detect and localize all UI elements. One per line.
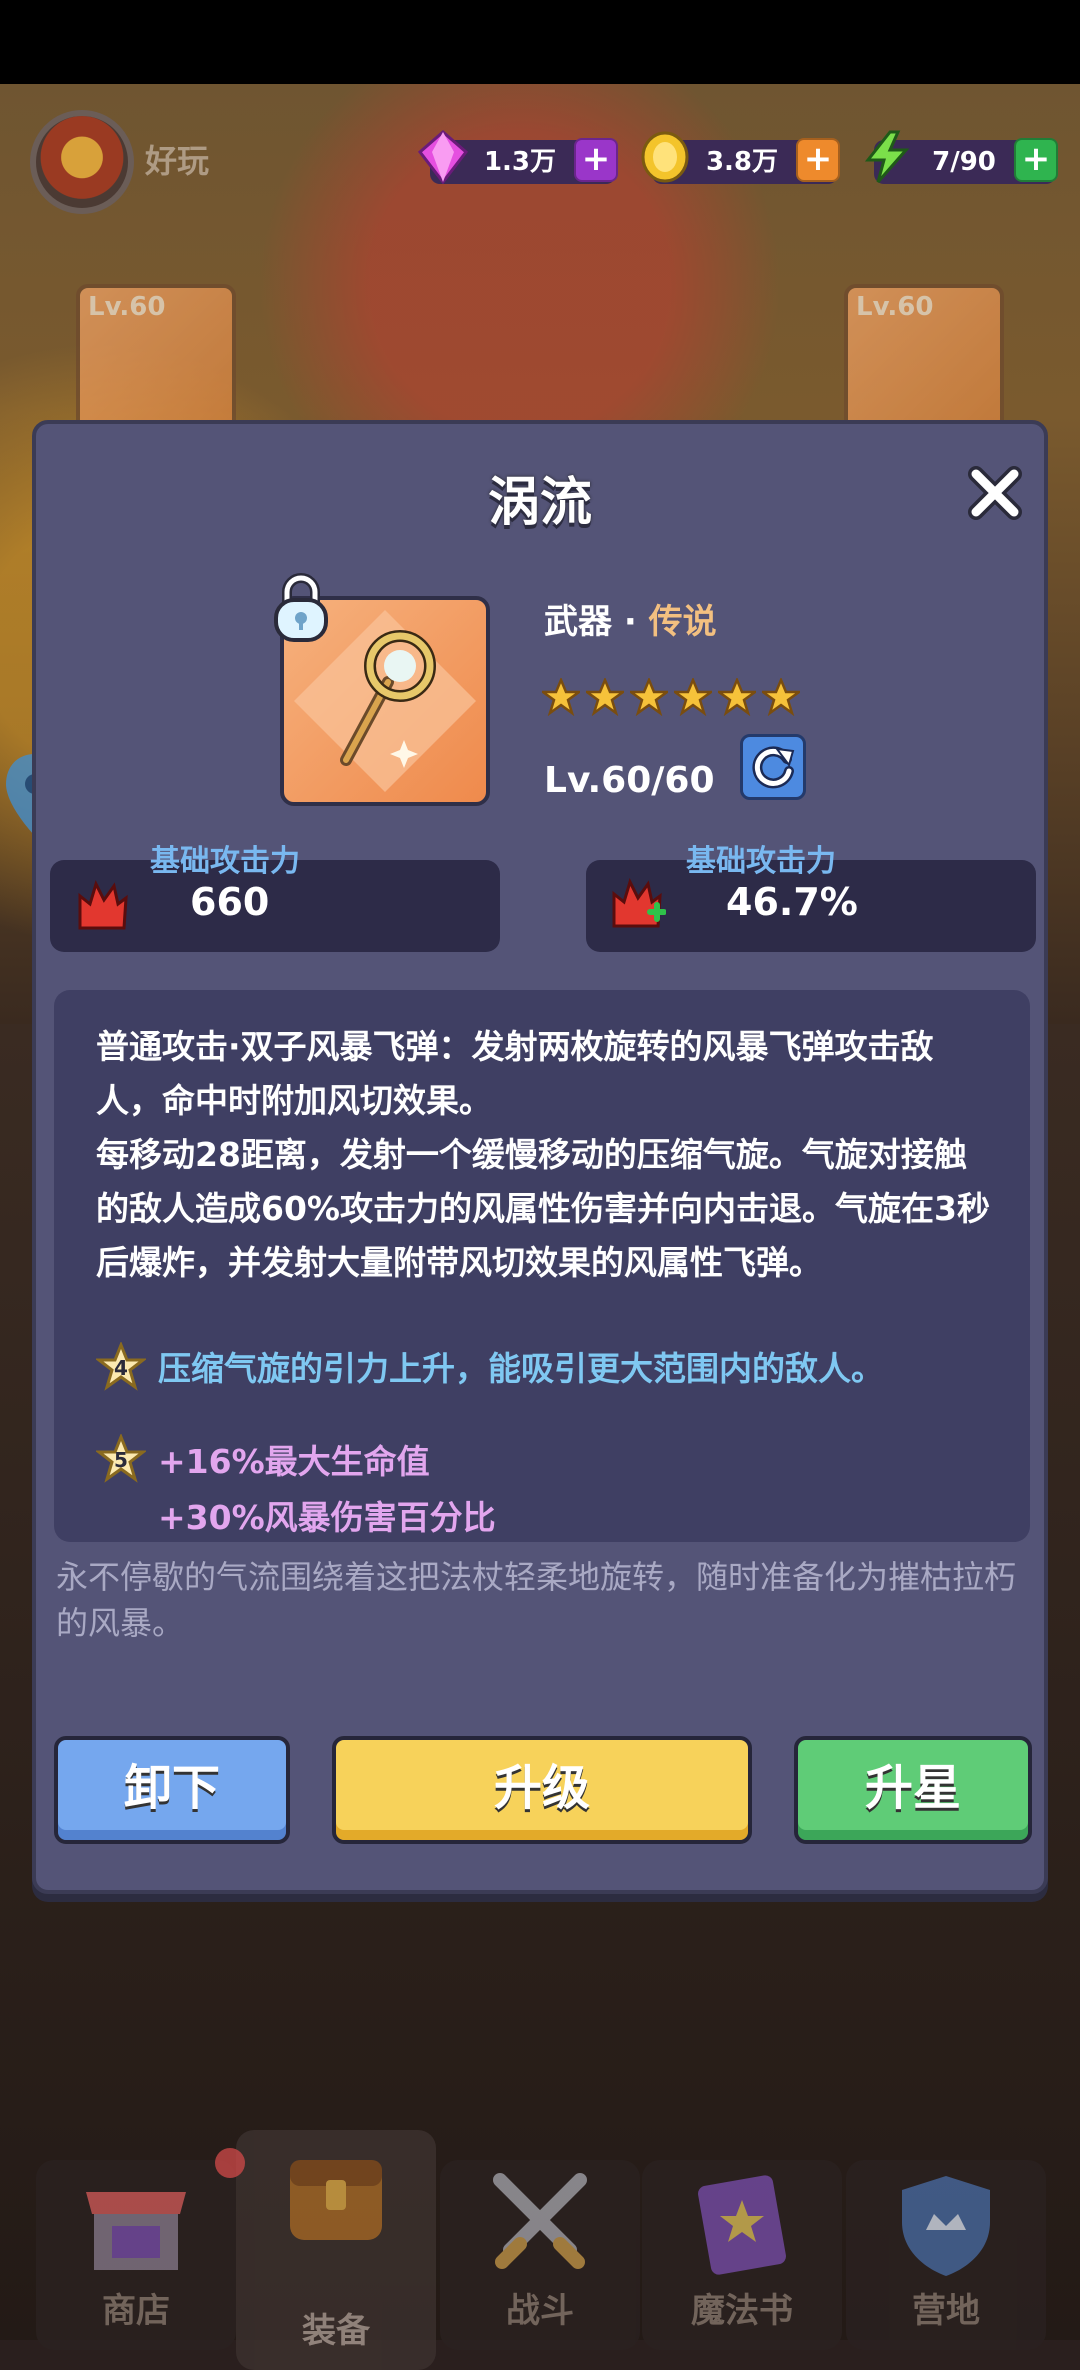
- nav-label: 装备: [302, 2311, 370, 2351]
- gem-add-button[interactable]: +: [574, 138, 618, 182]
- nav-label: 商店: [102, 2291, 170, 2331]
- star-4-text: 压缩气旋的引力上升，能吸引更大范围内的敌人。: [158, 1349, 884, 1388]
- star-badge-number: 5: [114, 1448, 128, 1472]
- stat-value: 660: [190, 880, 270, 924]
- star-icon: [718, 678, 756, 716]
- flavor-text: 永不停歇的气流围绕着这把法杖轻柔地旋转，随时准备化为摧枯拉朽的风暴。: [56, 1558, 1017, 1642]
- gem-resource: 1.3万 +: [417, 130, 618, 184]
- stat-value: 46.7%: [726, 880, 858, 924]
- skill-description: 普通攻击·双子风暴飞弹：发射两枚旋转的风暴飞弹攻击敌人，命中时附加风切效果。 每…: [96, 1020, 996, 1290]
- star-icon: [630, 678, 668, 716]
- avatar[interactable]: [30, 110, 134, 214]
- base-attack-panel: 基础攻击力 660: [50, 844, 500, 952]
- star-badge-icon: 5: [96, 1434, 146, 1483]
- chest-icon: [290, 2160, 382, 2240]
- nav-label: 战斗: [506, 2291, 574, 2331]
- nav-item-equipment[interactable]: 装备: [236, 2130, 436, 2370]
- star-rating: [542, 678, 800, 722]
- item-level: Lv.60/60: [544, 760, 715, 801]
- star-badge-number: 4: [114, 1356, 128, 1380]
- star-up-button[interactable]: 升星: [794, 1736, 1032, 1844]
- gem-count: 1.3万: [483, 147, 557, 177]
- crossed-swords-icon: [493, 2173, 587, 2269]
- equipment-slot-left[interactable]: Lv.60: [76, 284, 236, 434]
- refresh-icon: [752, 746, 795, 789]
- star-badge-icon: 4: [96, 1342, 146, 1391]
- attack-bonus-panel: 基础攻击力 46.7%: [586, 844, 1036, 952]
- star-icon: [542, 678, 580, 716]
- item-detail-modal: 涡流 武器 · 传说 Lv.60/60 基础攻击力 660 基础攻击力 46.7…: [32, 420, 1048, 1894]
- stat-label: 基础攻击力: [686, 844, 836, 879]
- energy-resource: 7/90 +: [864, 130, 1058, 184]
- nav-label: 魔法书: [691, 2291, 793, 2331]
- item-category: 武器 · 传说: [544, 594, 717, 643]
- slot-level: Lv.60: [88, 292, 166, 322]
- lock-icon[interactable]: [272, 572, 330, 644]
- gold-add-button[interactable]: +: [796, 138, 840, 182]
- stat-label: 基础攻击力: [150, 844, 300, 879]
- attack-icon: [78, 879, 128, 930]
- nav-item-spellbook[interactable]: 魔法书: [642, 2160, 842, 2350]
- description-line-1: 普通攻击·双子风暴飞弹：发射两枚旋转的风暴飞弹攻击敌人，命中时附加风切效果。: [96, 1027, 934, 1120]
- shield-icon: [902, 2176, 990, 2276]
- nav-item-battle[interactable]: 战斗: [440, 2160, 640, 2350]
- upgrade-button[interactable]: 升级: [332, 1736, 752, 1844]
- coin-icon: [641, 131, 689, 183]
- star-icon: [586, 678, 624, 716]
- item-type-separator: ·: [612, 602, 649, 642]
- nav-item-shop[interactable]: 商店: [36, 2160, 236, 2350]
- status-bar: [0, 0, 1080, 84]
- gold-resource: 3.8万 +: [641, 131, 840, 184]
- star-icon: [762, 678, 800, 716]
- skill-description-panel: 普通攻击·双子风暴飞弹：发射两枚旋转的风暴飞弹攻击敌人，命中时附加风切效果。 每…: [54, 990, 1030, 1542]
- nav-item-camp[interactable]: 营地: [846, 2160, 1046, 2350]
- attack-bonus-icon: [612, 878, 666, 928]
- energy-count: 7/90: [932, 147, 996, 177]
- slot-level: Lv.60: [856, 292, 934, 322]
- star-5-bonus: 5 +16%最大生命值 +30%风暴伤害百分比: [96, 1434, 496, 1546]
- bottom-nav: 商店 装备 战斗 魔法书 营地: [0, 2080, 1080, 2370]
- notification-dot: [215, 2148, 245, 2178]
- spellbook-icon: [698, 2175, 786, 2275]
- lightning-icon: [864, 130, 910, 183]
- unequip-button[interactable]: 卸下: [54, 1736, 290, 1844]
- item-rarity: 传说: [648, 602, 717, 642]
- description-line-2: 每移动28距离，发射一个缓慢移动的压缩气旋。气旋对接触的敌人造成60%攻击力的风…: [96, 1135, 990, 1282]
- item-title: 涡流: [487, 473, 592, 533]
- close-icon[interactable]: [966, 464, 1024, 522]
- item-type-label: 武器: [544, 602, 612, 642]
- nav-label: 营地: [912, 2291, 980, 2331]
- equipment-slot-right[interactable]: Lv.60: [844, 284, 1004, 434]
- star-4-bonus: 4 压缩气旋的引力上升，能吸引更大范围内的敌人。: [96, 1342, 884, 1391]
- star-icon: [674, 678, 712, 716]
- reset-button[interactable]: [740, 734, 806, 800]
- gold-count: 3.8万: [705, 147, 779, 177]
- gem-icon: [417, 130, 469, 184]
- player-nickname: 好玩: [145, 142, 210, 180]
- star-5-text-a: +16%最大生命值: [158, 1442, 430, 1481]
- star-5-text-b: +30%风暴伤害百分比: [158, 1498, 496, 1537]
- energy-add-button[interactable]: +: [1014, 138, 1058, 182]
- shop-icon: [86, 2192, 186, 2270]
